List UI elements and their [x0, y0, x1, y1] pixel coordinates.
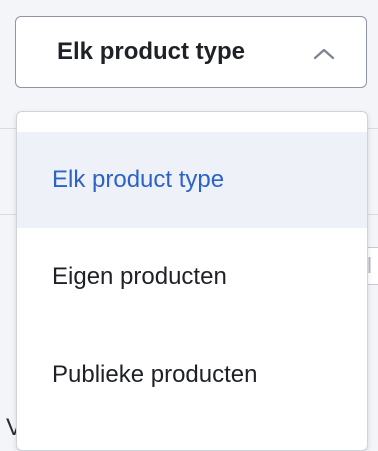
- menu-option-publieke-producten[interactable]: Publieke producten: [17, 326, 367, 424]
- chevron-up-icon: [313, 48, 335, 60]
- product-type-select[interactable]: Elk product type: [15, 16, 367, 88]
- select-value: Elk product type: [57, 38, 246, 65]
- menu-option-elk-product-type[interactable]: Elk product type: [17, 132, 367, 228]
- menu-option-eigen-producten[interactable]: Eigen producten: [17, 228, 367, 326]
- product-type-menu: Elk product type Eigen producten Publiek…: [16, 111, 368, 451]
